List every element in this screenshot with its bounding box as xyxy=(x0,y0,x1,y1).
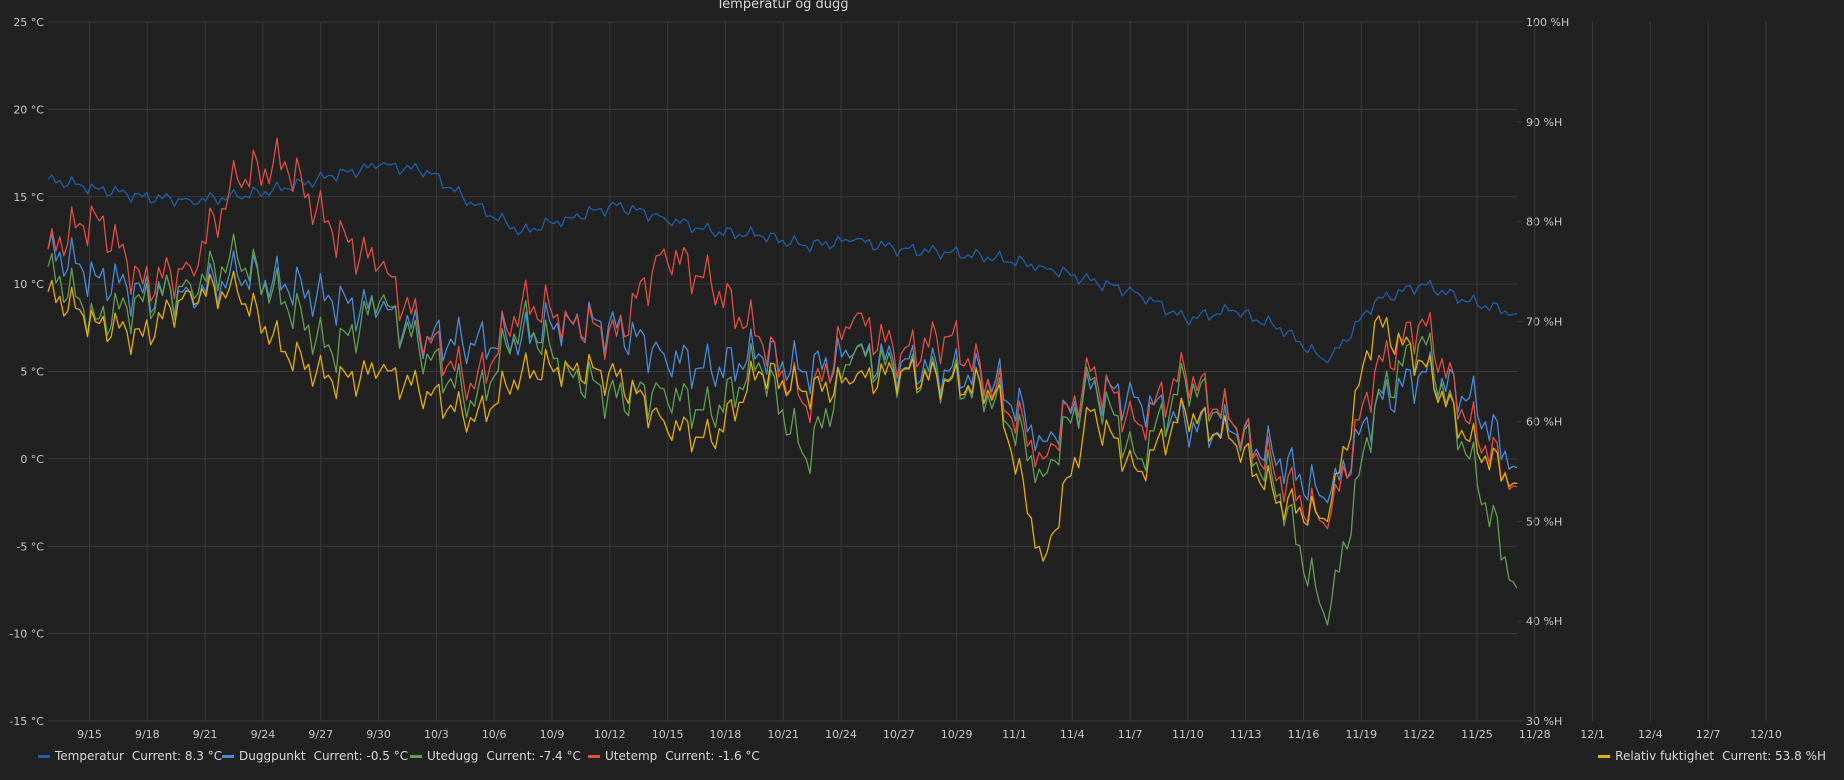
legend-series-name: Duggpunkt xyxy=(239,749,306,763)
x-tick-label: 11/1 xyxy=(1002,728,1027,741)
y-right-tick-label: 90 %H xyxy=(1526,116,1562,129)
x-tick-label: 12/7 xyxy=(1696,728,1721,741)
legend-current-value: Current: -7.4 °C xyxy=(486,749,581,763)
y-left-tick-label: 10 °C xyxy=(13,278,44,291)
x-tick-label: 9/24 xyxy=(251,728,276,741)
y-left-tick-label: 5 °C xyxy=(20,366,44,379)
x-tick-label: 10/24 xyxy=(825,728,857,741)
legend-item-duggpunkt[interactable]: Duggpunkt Current: -0.5 °C xyxy=(222,749,408,763)
chart-title: Temperatur og dugg xyxy=(715,0,848,12)
x-tick-label: 9/18 xyxy=(135,728,160,741)
x-tick-label: 9/30 xyxy=(366,728,391,741)
y-left-tick-label: 20 °C xyxy=(13,103,44,116)
series-line-duggpunkt xyxy=(47,233,1518,504)
x-tick-label: 9/27 xyxy=(308,728,333,741)
x-tick-label: 11/4 xyxy=(1060,728,1085,741)
x-tick-label: 10/27 xyxy=(883,728,915,741)
legend-current-value: Current: -1.6 °C xyxy=(665,749,760,763)
y-left-tick-label: 15 °C xyxy=(13,191,44,204)
x-tick-label: 12/4 xyxy=(1638,728,1663,741)
y-left-tick-label: -10 °C xyxy=(9,628,44,641)
x-tick-label: 11/22 xyxy=(1403,728,1435,741)
line-chart: Temperatur og dugg 25 °C 20 °C 15 °C 10 °C 5 … xyxy=(9,0,1782,741)
x-tick-label: 11/13 xyxy=(1230,728,1262,741)
x-tick-label: 9/21 xyxy=(193,728,218,741)
x-tick-label: 11/16 xyxy=(1288,728,1320,741)
series-line-relativ-fuktighet xyxy=(47,270,1517,562)
x-tick-label: 10/18 xyxy=(710,728,742,741)
y-left-tick-label: 0 °C xyxy=(20,453,44,466)
legend-item-temperatur[interactable]: Temperatur Current: 8.3 °C xyxy=(38,749,222,763)
y-left-tick-label: -15 °C xyxy=(9,715,44,728)
y-right-tick-label: 50 %H xyxy=(1526,515,1562,528)
legend-swatch xyxy=(38,754,50,758)
legend: Temperatur Current: 8.3 °C Duggpunkt Curren… xyxy=(0,745,1844,769)
legend-item-relativ-fuktighet[interactable]: Relativ fuktighet Current: 53.8 %H xyxy=(1598,749,1826,763)
legend-series-name: Temperatur xyxy=(55,749,124,763)
chart-panel: Temperatur og dugg 25 °C 20 °C 15 °C 10 °C 5 … xyxy=(0,0,1844,780)
y-right-tick-label: 60 %H xyxy=(1526,415,1562,428)
y-right-tick-label: 40 %H xyxy=(1526,615,1562,628)
y-right-tick-label: 30 %H xyxy=(1526,715,1562,728)
legend-current-value: Current: 53.8 %H xyxy=(1722,749,1826,763)
x-tick-label: 11/25 xyxy=(1461,728,1493,741)
y-right-tick-label: 70 %H xyxy=(1526,316,1562,329)
x-tick-label: 12/1 xyxy=(1580,728,1605,741)
x-tick-label: 10/12 xyxy=(594,728,626,741)
legend-series-name: Utedugg xyxy=(427,749,479,763)
x-tick-label: 11/10 xyxy=(1172,728,1204,741)
legend-swatch xyxy=(410,754,422,758)
legend-swatch xyxy=(222,754,234,758)
x-tick-label: 10/6 xyxy=(482,728,507,741)
legend-series-name: Relativ fuktighet xyxy=(1615,749,1715,763)
y-right-tick-label: 100 %H xyxy=(1526,16,1569,29)
y-left-tick-label: 25 °C xyxy=(13,16,44,29)
legend-item-utedugg[interactable]: Utedugg Current: -7.4 °C xyxy=(410,749,581,763)
x-tick-label: 11/19 xyxy=(1345,728,1377,741)
x-tick-label: 10/3 xyxy=(424,728,449,741)
x-tick-label: 10/15 xyxy=(652,728,684,741)
y-right-tick-label: 80 %H xyxy=(1526,216,1562,229)
x-tick-label: 11/28 xyxy=(1519,728,1551,741)
x-tick-label: 11/7 xyxy=(1118,728,1143,741)
legend-current-value: Current: 8.3 °C xyxy=(131,749,223,763)
x-tick-label: 10/29 xyxy=(941,728,973,741)
legend-swatch xyxy=(588,754,600,758)
y-left-tick-label: -5 °C xyxy=(16,540,44,553)
legend-item-utetemp[interactable]: Utetemp Current: -1.6 °C xyxy=(588,749,760,763)
x-tick-label: 10/9 xyxy=(540,728,565,741)
x-tick-label: 9/15 xyxy=(77,728,102,741)
legend-swatch xyxy=(1598,754,1611,758)
series-line-temperatur xyxy=(47,161,1518,364)
x-tick-label: 10/21 xyxy=(767,728,799,741)
legend-current-value: Current: -0.5 °C xyxy=(313,749,409,763)
legend-series-name: Utetemp xyxy=(605,749,658,763)
x-tick-label: 12/10 xyxy=(1750,728,1782,741)
